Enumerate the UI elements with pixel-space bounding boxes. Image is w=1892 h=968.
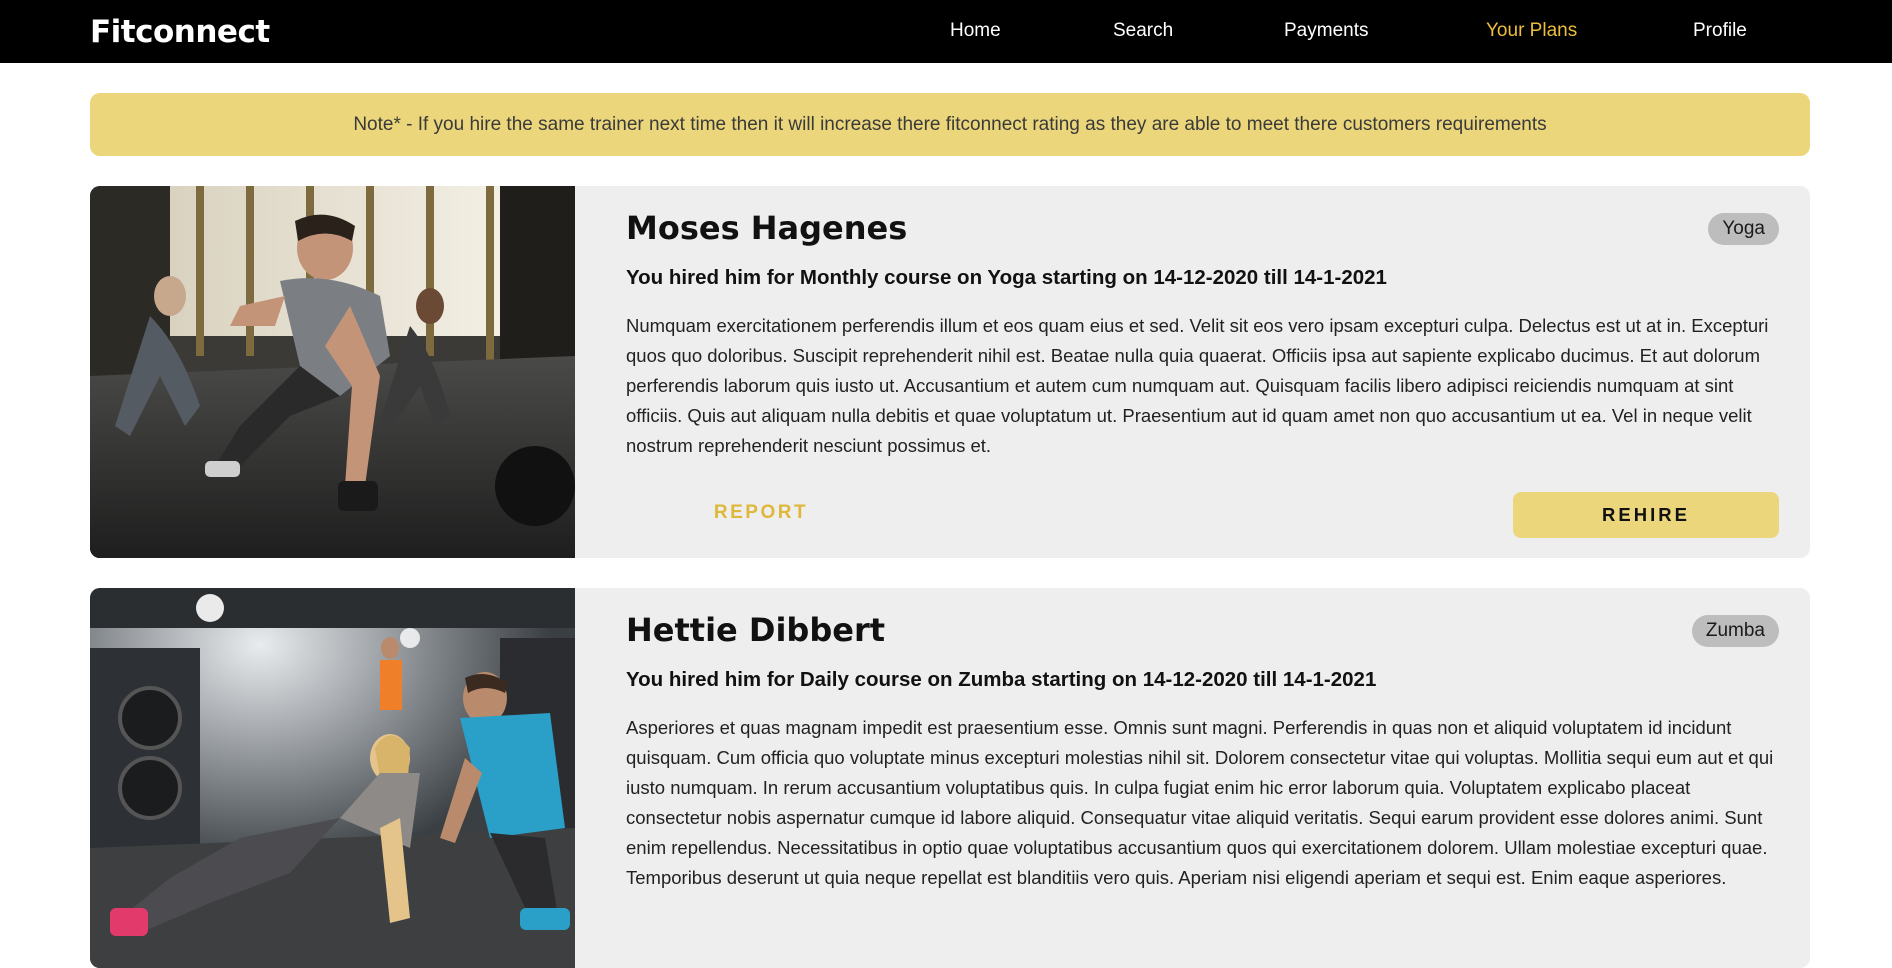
nav-links: Home Search Payments Your Plans Profile <box>0 0 1892 63</box>
trainer-photo <box>90 588 575 968</box>
nav-link-profile[interactable]: Profile <box>1693 20 1747 42</box>
nav-link-payments[interactable]: Payments <box>1284 20 1368 42</box>
activity-tag: Yoga <box>1708 213 1779 245</box>
nav-link-home[interactable]: Home <box>950 20 1001 42</box>
report-button[interactable]: REPORT <box>686 490 836 535</box>
hire-summary: You hired him for Daily course on Zumba … <box>626 668 1377 691</box>
trainer-description: Numquam exercitationem perferendis illum… <box>626 315 1769 456</box>
rehire-button[interactable]: REHIRE <box>1513 492 1779 538</box>
nav-link-your-plans[interactable]: Your Plans <box>1486 20 1577 42</box>
note-text: Note* - If you hire the same trainer nex… <box>353 113 1547 135</box>
plan-card: Moses Hagenes Yoga You hired him for Mon… <box>90 186 1810 558</box>
plan-card: Hettie Dibbert Zumba You hired him for D… <box>90 588 1810 968</box>
activity-tag: Zumba <box>1691 615 1779 647</box>
rating-note-banner: Note* - If you hire the same trainer nex… <box>90 93 1810 156</box>
trainer-description: Asperiores et quas magnam impedit est pr… <box>626 717 1774 888</box>
nav-link-search[interactable]: Search <box>1113 20 1173 42</box>
trainer-name: Moses Hagenes <box>626 209 908 247</box>
hire-summary: You hired him for Monthly course on Yoga… <box>626 266 1387 289</box>
trainer-photo <box>90 186 575 558</box>
trainer-name: Hettie Dibbert <box>626 611 886 649</box>
top-navbar: Fitconnect Home Search Payments Your Pla… <box>0 0 1892 63</box>
